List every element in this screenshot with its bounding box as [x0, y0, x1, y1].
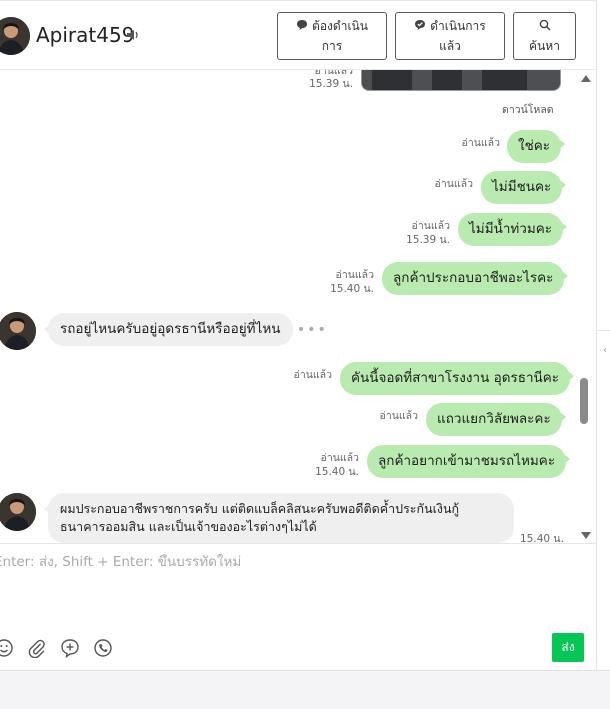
read-receipt: อ่านแล้ว [461, 137, 500, 149]
message-time: 15.39 น. [309, 78, 353, 90]
contact-name[interactable]: Apirat459 [36, 23, 134, 47]
message-composer: ส่ง [0, 543, 596, 670]
header-divider [0, 0, 596, 4]
message-time: 15.40 น. [330, 283, 374, 295]
outgoing-message[interactable]: ลูกค้าอยากเข้ามาชมรถไหมคะ [367, 445, 571, 478]
chat-bubble-icon [297, 20, 308, 30]
read-receipt: อ่านแล้ว [335, 269, 374, 281]
speaker-icon[interactable] [125, 27, 141, 43]
done-label-2: แล้ว [439, 39, 461, 53]
side-panel-edge: ‹ [596, 0, 610, 709]
chat-header: Apirat459 ต้องดำเนิน การ ดำเนินการ แล้ว [0, 0, 596, 70]
message-time: 15.39 น. [406, 234, 450, 246]
read-receipt: อ่านแล้ว [320, 452, 359, 464]
outgoing-message[interactable]: คันนี้จอดที่สาขาโรงงาน อุดรธานีคะ [340, 362, 575, 395]
done-label-1: ดำเนินการ [430, 19, 486, 33]
chat-window: Apirat459 ต้องดำเนิน การ ดำเนินการ แล้ว [0, 0, 610, 709]
sender-avatar[interactable] [0, 312, 36, 350]
mark-done-button[interactable]: ดำเนินการ แล้ว [395, 12, 505, 60]
scroll-up-icon[interactable] [581, 75, 591, 82]
read-receipt: อ่านแล้ว [379, 410, 418, 422]
message-line: ผมประกอบอาชีพราชการครับ แต่ติดแบล็คลิสนะ… [60, 501, 460, 516]
todo-label-1: ต้องดำเนิน [312, 19, 368, 33]
check-bubble-icon [415, 20, 426, 30]
footer-bar [0, 670, 610, 709]
outgoing-message[interactable]: ไม่มีน้ำท่วมคะ [458, 213, 568, 246]
outgoing-message[interactable]: ลูกค้าประกอบอาชีพอะไรคะ [382, 262, 569, 295]
message-input[interactable] [0, 554, 554, 570]
emoji-icon[interactable] [0, 638, 14, 658]
download-link[interactable]: ดาวน์โหลด [502, 101, 554, 118]
contact-avatar[interactable] [0, 17, 30, 55]
message-time: 15.40 น. [315, 466, 359, 478]
outgoing-message[interactable]: ใช่คะ [507, 130, 566, 163]
outgoing-message[interactable]: ไม่มีชนคะ [481, 171, 567, 204]
voice-call-icon[interactable] [93, 638, 113, 658]
search-button[interactable]: ค้นหา [513, 12, 576, 60]
send-button[interactable]: ส่ง [552, 633, 584, 662]
message-time: 15.40 น. [520, 533, 564, 543]
search-icon [539, 19, 551, 31]
read-receipt: อ่านแล้ว [293, 369, 332, 381]
outgoing-message[interactable]: แถวแยกวิลัยพละคะ [426, 403, 566, 436]
more-options-icon[interactable]: ••• [297, 322, 328, 338]
message-scrollbar[interactable] [578, 70, 592, 543]
read-receipt: อ่านแล้ว [411, 220, 450, 232]
panel-chevron-icon[interactable]: ‹ [603, 345, 607, 356]
sender-avatar[interactable] [0, 493, 36, 531]
todo-label-2: การ [321, 39, 343, 53]
incoming-message[interactable]: ผมประกอบอาชีพราชการครับ แต่ติดแบล็คลิสนะ… [44, 493, 514, 543]
mark-todo-button[interactable]: ต้องดำเนิน การ [277, 12, 387, 60]
scrollbar-thumb[interactable] [580, 378, 588, 424]
add-message-icon[interactable] [60, 638, 80, 658]
read-receipt: อ่านแล้ว [434, 178, 473, 190]
message-line: ธนาคารออมสิน และเป็นเจ้าของอะไรต่างๆไม่ไ… [60, 519, 317, 534]
panel-divider [597, 330, 610, 331]
incoming-message[interactable]: รถอยู่ไหนครับอยู่อุดรธานีหรืออยู่ที่ไหน [44, 313, 293, 346]
search-label: ค้นหา [529, 39, 560, 53]
message-list[interactable]: อ่านแล้ว 15.39 น. ดาวน์โหลด อ่านแล้ว ใช่… [0, 70, 596, 543]
scroll-down-icon[interactable] [581, 532, 591, 539]
attachment-icon[interactable] [27, 638, 47, 658]
image-attachment[interactable] [361, 70, 561, 91]
